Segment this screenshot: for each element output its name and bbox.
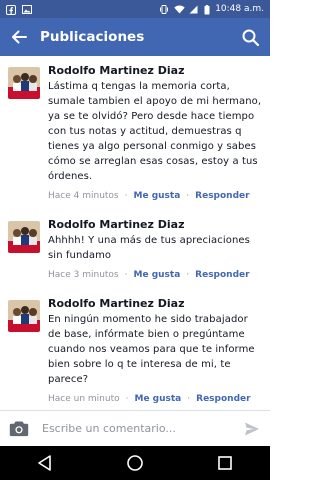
- status-right-icons: 10:48 a.m.: [159, 4, 264, 14]
- comment-input[interactable]: [42, 422, 242, 435]
- comment-composer: [0, 410, 270, 446]
- nav-recents-icon[interactable]: [210, 448, 240, 478]
- meta-separator: ·: [124, 191, 128, 201]
- comment-meta: Hace un minuto · Me gusta · Responder: [48, 393, 262, 410]
- comment-item: Rodolfo Martinez Diaz Ahhhh! Y una más d…: [0, 210, 270, 289]
- status-bar: 10:48 a.m.: [0, 0, 270, 18]
- status-time: 10:48 a.m.: [215, 4, 264, 14]
- back-arrow-icon[interactable]: [10, 28, 28, 46]
- meta-separator: ·: [124, 270, 128, 280]
- comment-body: Rodolfo Martinez Diaz En ningún momento …: [48, 297, 262, 410]
- reply-button[interactable]: Responder: [196, 393, 250, 405]
- comment-text: Ahhhh! Y una más de tus apreciaciones si…: [48, 235, 250, 261]
- comment-meta: Hace 3 minutos · Me gusta · Responder: [48, 269, 262, 289]
- comment-time: Hace 4 minutos: [48, 191, 119, 201]
- avatar[interactable]: [8, 67, 40, 99]
- comment-author[interactable]: Rodolfo Martinez Diaz: [48, 64, 262, 78]
- reply-button[interactable]: Responder: [195, 190, 249, 202]
- meta-separator: ·: [187, 394, 191, 404]
- comment-time: Hace 3 minutos: [48, 270, 119, 280]
- app-bar: Publicaciones: [0, 18, 270, 56]
- search-icon[interactable]: [240, 27, 260, 47]
- comment-text: Lástima q tengas la memoria corta, sumal…: [48, 81, 262, 182]
- like-button[interactable]: Me gusta: [134, 190, 181, 202]
- comment-item: Rodolfo Martinez Diaz En ningún momento …: [0, 289, 270, 410]
- comment-author[interactable]: Rodolfo Martinez Diaz: [48, 218, 262, 232]
- signal-icon: [189, 5, 199, 14]
- system-nav-bar: [0, 446, 270, 480]
- meta-separator: ·: [186, 191, 190, 201]
- meta-separator: ·: [125, 394, 129, 404]
- comment-text: En ningún momento he sido trabajador de …: [48, 314, 255, 385]
- meta-separator: ·: [186, 270, 190, 280]
- comment-item: Rodolfo Martinez Diaz Lástima q tengas l…: [0, 56, 270, 210]
- avatar[interactable]: [8, 221, 40, 253]
- comment-body: Rodolfo Martinez Diaz Lástima q tengas l…: [48, 64, 262, 210]
- image-icon: [22, 4, 32, 14]
- avatar[interactable]: [8, 300, 40, 332]
- wifi-icon: [174, 5, 185, 14]
- comment-meta: Hace 4 minutos · Me gusta · Responder: [48, 190, 262, 210]
- send-icon[interactable]: [242, 419, 262, 439]
- like-button[interactable]: Me gusta: [134, 269, 181, 281]
- battery-icon: [204, 4, 210, 14]
- vibrate-icon: [159, 4, 169, 14]
- like-button[interactable]: Me gusta: [134, 393, 181, 405]
- status-left-icons: [6, 4, 32, 15]
- camera-icon[interactable]: [8, 419, 30, 439]
- page-title: Publicaciones: [40, 29, 145, 45]
- nav-home-icon[interactable]: [120, 448, 150, 478]
- reply-button[interactable]: Responder: [195, 269, 249, 281]
- comment-body: Rodolfo Martinez Diaz Ahhhh! Y una más d…: [48, 218, 262, 289]
- nav-back-icon[interactable]: [30, 448, 60, 478]
- comment-author[interactable]: Rodolfo Martinez Diaz: [48, 297, 262, 311]
- comments-list[interactable]: Rodolfo Martinez Diaz Lástima q tengas l…: [0, 56, 270, 410]
- facebook-icon: [6, 4, 16, 15]
- comment-time: Hace un minuto: [48, 394, 120, 404]
